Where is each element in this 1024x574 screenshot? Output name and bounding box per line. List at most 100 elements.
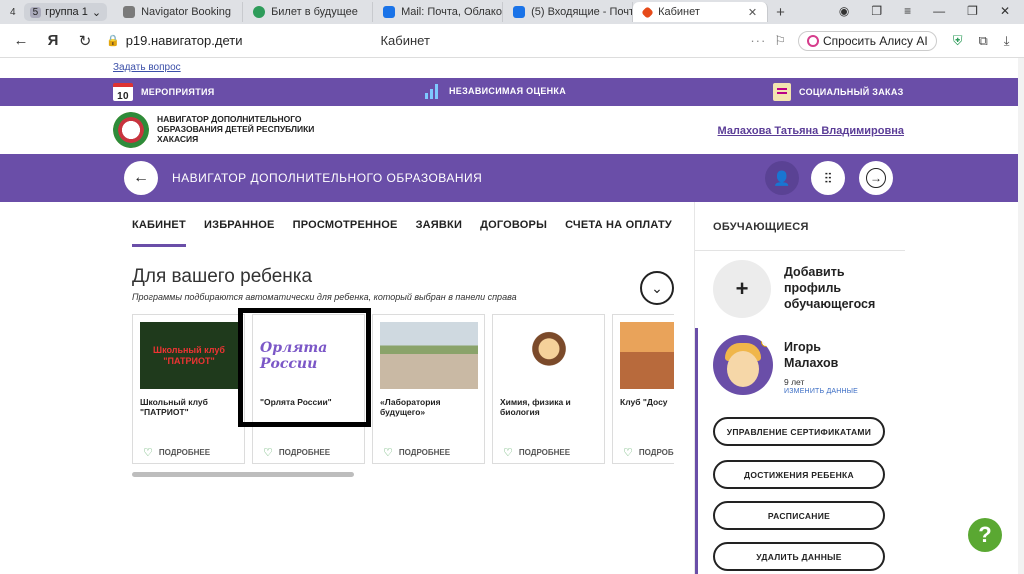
downloads-icon[interactable]: ◉ (839, 4, 849, 18)
cabinet-content: КАБИНЕТ ИЗБРАННОЕ ПРОСМОТРЕННОЕ ЗАЯВКИ Д… (113, 202, 693, 574)
tab-applications[interactable]: ЗАЯВКИ (416, 219, 463, 247)
restore-icon[interactable]: ❐ (967, 4, 978, 18)
heart-icon[interactable]: ♡ (503, 446, 513, 459)
program-more[interactable]: ♡ ПОДРОБНЕЕ (263, 446, 330, 459)
sliders-icon: ⫶⫶ (824, 169, 832, 186)
program-card[interactable]: Школьный клуб "ПАТРИОТ" Школьный клуб "П… (132, 314, 245, 464)
tab-favorites[interactable]: ИЗБРАННОЕ (204, 219, 275, 247)
program-card[interactable]: Химия, физика и биология ♡ ПОДРОБНЕЕ (492, 314, 605, 464)
calendar-icon: 10 (113, 83, 133, 102)
arrow-circle-right-icon: → (866, 168, 886, 188)
heart-icon[interactable]: ♡ (383, 446, 393, 459)
filters-button[interactable]: ⫶⫶ (811, 161, 845, 195)
tab-title: Navigator Booking (141, 6, 231, 18)
more-label: ПОДРОБНЕЕ (398, 448, 451, 457)
cards-scrollbar[interactable] (132, 472, 354, 477)
achievements-button[interactable]: ДОСТИЖЕНИЯ РЕБЕНКА (713, 460, 885, 489)
program-image: Школьный клуб "ПАТРИОТ" (140, 322, 238, 389)
back-arrow-icon[interactable]: ← (10, 32, 32, 49)
alice-button[interactable]: Спросить Алису AI (798, 30, 937, 51)
site-header: НАВИГАТОР ДОПОЛНИТЕЛЬНОГО ОБРАЗОВАНИЯ ДЕ… (0, 106, 1024, 154)
browser-tab[interactable]: (5) Входящие - Почта (503, 2, 634, 22)
browser-tab[interactable]: Билет в будущее (243, 2, 374, 22)
social-order-label: СОЦИАЛЬНЫЙ ЗАКАЗ (799, 87, 904, 97)
program-more[interactable]: ♡ ПОДРОБНЕЕ (143, 446, 210, 459)
child-age: 9 лет (784, 377, 805, 387)
close-window-icon[interactable]: ✕ (1000, 4, 1010, 18)
browser-tab-bar: 4 5 группа 1 ⌄ Navigator Booking Билет в… (0, 0, 1024, 24)
program-more[interactable]: ♡ ПОДРОБНЕЕ (503, 446, 570, 459)
logout-button[interactable]: → (859, 161, 893, 195)
program-card[interactable]: Клуб "Досу ♡ ПОДРОБНЕЕ (612, 314, 674, 464)
new-tab-icon[interactable]: + (776, 4, 785, 21)
shield-icon[interactable]: ⛨ (953, 33, 963, 49)
certificates-button[interactable]: УПРАВЛЕНИЕ СЕРТИФИКАТАМИ (713, 417, 885, 446)
user-avatar-button[interactable]: 👤 (765, 161, 799, 195)
user-icon: 👤 (773, 169, 791, 186)
coat-of-arms-logo[interactable] (113, 112, 149, 148)
tab-group-badge: 5 (29, 6, 42, 18)
program-image-text: Школьный клуб "ПАТРИОТ" (153, 344, 225, 366)
menu-icon[interactable]: ≡ (904, 4, 911, 18)
back-button[interactable]: ← (124, 161, 158, 195)
page-scrollbar[interactable] (1018, 58, 1024, 574)
collections-icon[interactable]: ❐ (871, 4, 882, 18)
browser-tab[interactable]: Mail: Почта, Облако, К (373, 2, 504, 22)
tab-viewed[interactable]: ПРОСМОТРЕННОЕ (293, 219, 398, 247)
tab-cabinet[interactable]: КАБИНЕТ (132, 219, 186, 247)
top-nav-bar: 10 МЕРОПРИЯТИЯ НЕЗАВИСИМАЯ ОЦЕНКА СОЦИАЛ… (0, 78, 1024, 106)
assessment-label: НЕЗАВИСИМАЯ ОЦЕНКА (449, 86, 567, 96)
program-more[interactable]: ♡ ПОДРОБНЕЕ (623, 446, 674, 459)
social-order-link[interactable]: СОЦИАЛЬНЫЙ ЗАКАЗ (773, 83, 904, 101)
panel-title: ОБУЧАЮЩИЕСЯ (713, 221, 809, 233)
minimize-icon[interactable]: — (933, 4, 945, 18)
collapse-button[interactable]: ⌄ (640, 271, 674, 305)
edit-child-link[interactable]: ИЗМЕНИТЬ ДАННЫЕ (784, 388, 858, 395)
tab-contracts[interactable]: ДОГОВОРЫ (480, 219, 547, 247)
tab-group[interactable]: 5 группа 1 ⌄ (23, 3, 108, 21)
more-icon[interactable]: ··· (750, 33, 766, 48)
delete-data-button[interactable]: УДАЛИТЬ ДАННЫЕ (713, 542, 885, 571)
page-title: Кабинет (380, 33, 430, 48)
download-icon[interactable]: ⤓ (1004, 33, 1010, 49)
program-name: Школьный клуб "ПАТРИОТ" (140, 397, 208, 417)
yandex-icon[interactable]: Я (42, 32, 64, 49)
tab-favicon-icon (253, 6, 266, 18)
chevron-down-icon: ⌄ (91, 6, 102, 19)
section-title: Для вашего ребенка (132, 266, 313, 287)
avatar-face (727, 351, 759, 387)
more-label: ПОДРОБНЕЕ (638, 448, 674, 457)
tab-count[interactable]: 4 (6, 7, 20, 18)
child-avatar[interactable] (713, 335, 773, 395)
help-button[interactable]: ? (968, 518, 1002, 552)
reload-icon[interactable]: ↻ (74, 32, 96, 50)
schedule-button[interactable]: РАСПИСАНИЕ (713, 501, 885, 530)
user-name-link[interactable]: Малахова Татьяна Владимировна (718, 125, 904, 137)
assessment-link[interactable]: НЕЗАВИСИМАЯ ОЦЕНКА (425, 83, 566, 99)
window-controls: ◉ ❐ ≡ — ❐ ✕ (825, 0, 1024, 22)
url-field[interactable]: 🔒 p19.навигатор.дети Кабинет ··· ⚐ (106, 29, 786, 53)
question-icon: ? (978, 522, 992, 547)
tab-title: Кабинет (658, 6, 700, 18)
heart-icon[interactable]: ♡ (143, 446, 153, 459)
heart-icon[interactable]: ♡ (263, 446, 273, 459)
program-more[interactable]: ♡ ПОДРОБНЕЕ (383, 446, 450, 459)
browser-tab[interactable]: Navigator Booking (113, 2, 244, 22)
add-profile-label[interactable]: Добавить профиль обучающегося (784, 264, 894, 312)
tab-title: (5) Входящие - Почта (531, 6, 634, 18)
add-profile-button[interactable]: + (713, 260, 771, 318)
extensions-icon[interactable]: ⧉ (978, 33, 987, 49)
events-link[interactable]: 10 МЕРОПРИЯТИЯ (113, 83, 215, 102)
more-label: ПОДРОБНЕЕ (278, 448, 331, 457)
close-icon[interactable]: ✕ (748, 6, 757, 19)
notification-dot (761, 337, 771, 347)
more-label: ПОДРОБНЕЕ (158, 448, 211, 457)
bookmark-icon[interactable]: ⚐ (774, 33, 786, 49)
browser-tab-active[interactable]: Кабинет ✕ (633, 2, 769, 22)
alice-icon (807, 34, 819, 47)
heart-icon[interactable]: ♡ (623, 446, 633, 459)
section-subtitle: Программы подбираются автоматически для … (132, 292, 517, 302)
ask-question-link[interactable]: Задать вопрос (113, 62, 181, 73)
tab-invoices[interactable]: СЧЕТА НА ОПЛАТУ (565, 219, 672, 247)
program-card[interactable]: «Лаборатория будущего» ♡ ПОДРОБНЕЕ (372, 314, 485, 464)
